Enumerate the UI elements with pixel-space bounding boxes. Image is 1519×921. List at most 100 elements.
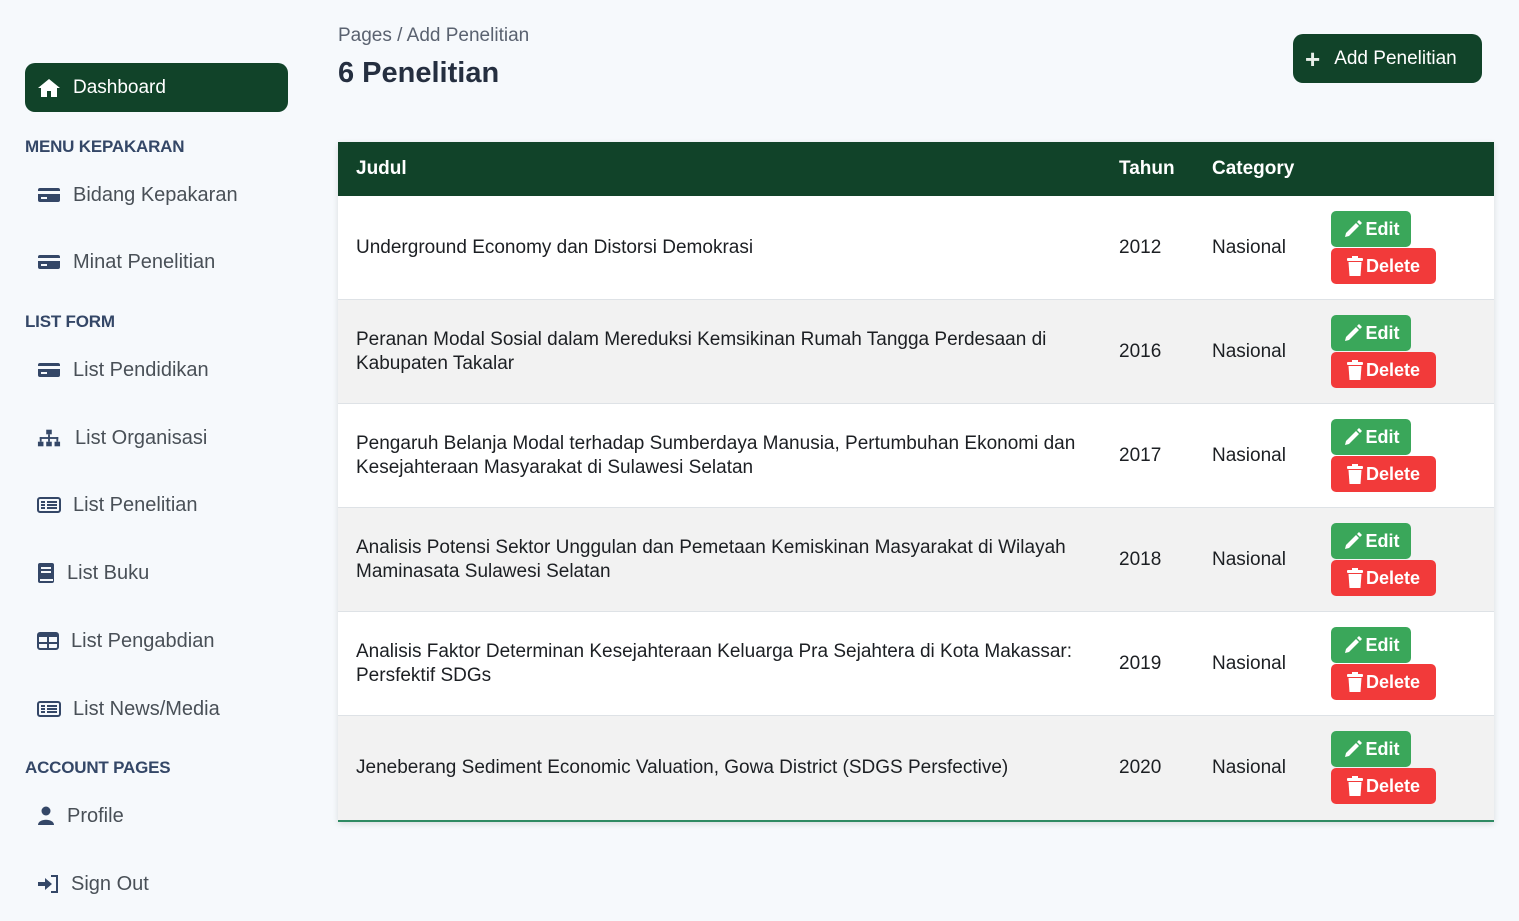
delete-button[interactable]: Delete [1331, 456, 1436, 492]
cell-category: Nasional [1212, 757, 1286, 778]
delete-button[interactable]: Delete [1331, 248, 1436, 284]
pencil-icon [1343, 740, 1363, 758]
edit-label: Edit [1365, 738, 1400, 759]
table-body: Underground Economy dan Distorsi Demokra… [338, 196, 1494, 820]
breadcrumb: Pages / Add Penelitian [338, 25, 530, 46]
delete-button[interactable]: Delete [1331, 664, 1436, 700]
table-row: Underground Economy dan Distorsi Demokra… [338, 196, 1494, 300]
card-icon [37, 252, 61, 272]
sidebar-item-list-pengabdian[interactable]: List Pengabdian [37, 626, 214, 656]
sidebar-item-label: Bidang Kepakaran [73, 183, 238, 206]
edit-button[interactable]: Edit [1331, 419, 1411, 455]
cell-tahun: 2016 [1119, 340, 1162, 362]
cell-category: Nasional [1212, 236, 1286, 258]
list-icon [37, 495, 61, 515]
trash-icon [1346, 568, 1363, 588]
sidebar-item-label: List Pengabdian [71, 629, 215, 652]
list-icon [37, 699, 61, 719]
plus-icon: + [1305, 43, 1321, 74]
pencil-icon [1343, 532, 1363, 550]
sidebar-item-profile[interactable]: Profile [37, 801, 124, 831]
cell-tahun: 2019 [1119, 652, 1162, 674]
add-penelitian-button[interactable]: + Add Penelitian [1293, 34, 1482, 83]
sidebar-item-bidang-kepakaran[interactable]: Bidang Kepakaran [37, 180, 238, 210]
trash-icon [1346, 360, 1363, 380]
table-row: Pengaruh Belanja Modal terhadap Sumberda… [338, 404, 1494, 508]
sidebar-item-minat-penelitian[interactable]: Minat Penelitian [37, 247, 215, 277]
delete-label: Delete [1365, 255, 1421, 276]
delete-label: Delete [1365, 775, 1421, 796]
table-row: Peranan Modal Sosial dalam Mereduksi Kem… [338, 300, 1494, 404]
table-header: Judul Tahun Category [338, 142, 1494, 196]
sign-out-icon [37, 874, 59, 894]
add-button-label: Add Penelitian [1334, 47, 1457, 69]
sidebar-item-dashboard[interactable]: Dashboard [25, 63, 288, 112]
section-title-menu-kepakaran: MENU KEPAKARAN [25, 137, 185, 156]
sidebar-item-list-pendidikan[interactable]: List Pendidikan [37, 355, 209, 385]
delete-label: Delete [1365, 463, 1421, 484]
cell-category: Nasional [1212, 548, 1286, 570]
penelitian-table: Judul Tahun Category Underground Economy… [338, 142, 1494, 822]
sidebar-item-label: List News/Media [73, 697, 220, 720]
sidebar-item-sign-out[interactable]: Sign Out [37, 869, 149, 899]
table-row: Jeneberang Sediment Economic Valuation, … [338, 716, 1494, 820]
edit-button[interactable]: Edit [1331, 627, 1411, 663]
table-row: Analisis Faktor Determinan Kesejahteraan… [338, 612, 1494, 716]
table-row: Analisis Potensi Sektor Unggulan dan Pem… [338, 508, 1494, 612]
sidebar-item-list-news-media[interactable]: List News/Media [37, 694, 220, 724]
cell-tahun: 2018 [1119, 548, 1162, 570]
edit-label: Edit [1365, 322, 1400, 343]
cell-judul: Pengaruh Belanja Modal terhadap Sumberda… [356, 432, 1076, 478]
delete-button[interactable]: Delete [1331, 352, 1436, 388]
delete-button[interactable]: Delete [1331, 768, 1436, 804]
sidebar-item-label: Minat Penelitian [73, 250, 216, 273]
cell-category: Nasional [1212, 652, 1286, 674]
delete-button[interactable]: Delete [1331, 560, 1436, 596]
pencil-icon [1343, 220, 1363, 238]
trash-icon [1346, 776, 1363, 796]
cell-category: Nasional [1212, 340, 1286, 362]
sidebar-item-list-buku[interactable]: List Buku [37, 558, 149, 588]
edit-button[interactable]: Edit [1331, 315, 1411, 351]
column-header-category: Category [1212, 158, 1295, 179]
sidebar-item-label: Profile [67, 804, 124, 827]
pencil-icon [1343, 324, 1363, 342]
edit-label: Edit [1365, 634, 1400, 655]
sidebar-item-label: List Organisasi [75, 426, 208, 449]
sidebar-item-label: Sign Out [71, 872, 149, 895]
sidebar-item-label: Dashboard [73, 76, 166, 98]
cell-judul: Jeneberang Sediment Economic Valuation, … [356, 757, 1009, 778]
column-header-judul: Judul [356, 158, 407, 179]
user-icon [37, 806, 55, 826]
card-icon [37, 360, 61, 380]
book-icon [37, 563, 55, 583]
home-icon [37, 77, 61, 99]
sidebar-item-list-organisasi[interactable]: List Organisasi [37, 423, 207, 453]
trash-icon [1346, 464, 1363, 484]
sitemap-icon [37, 428, 61, 448]
edit-button[interactable]: Edit [1331, 731, 1411, 767]
section-title-account-pages: ACCOUNT PAGES [25, 758, 171, 777]
delete-label: Delete [1365, 567, 1421, 588]
delete-label: Delete [1365, 359, 1421, 380]
sidebar-item-label: List Penelitian [73, 493, 198, 516]
trash-icon [1346, 672, 1363, 692]
cell-judul: Analisis Potensi Sektor Unggulan dan Pem… [356, 536, 1066, 582]
cell-tahun: 2012 [1119, 236, 1162, 258]
edit-button[interactable]: Edit [1331, 211, 1411, 247]
edit-label: Edit [1365, 530, 1400, 551]
cell-category: Nasional [1212, 444, 1286, 466]
sidebar-item-label: List Pendidikan [73, 358, 209, 381]
cell-tahun: 2020 [1119, 757, 1162, 778]
cell-judul: Analisis Faktor Determinan Kesejahteraan… [356, 640, 1073, 686]
cell-judul: Peranan Modal Sosial dalam Mereduksi Kem… [356, 328, 1047, 374]
sidebar: Dashboard MENU KEPAKARAN Bidang Kepakara… [0, 0, 310, 921]
pencil-icon [1343, 428, 1363, 446]
edit-label: Edit [1365, 426, 1400, 447]
delete-label: Delete [1365, 671, 1421, 692]
sidebar-item-list-penelitian[interactable]: List Penelitian [37, 490, 198, 520]
edit-button[interactable]: Edit [1331, 523, 1411, 559]
sidebar-item-label: List Buku [67, 561, 150, 584]
cell-tahun: 2017 [1119, 444, 1162, 466]
page-title: 6 Penelitian [338, 57, 500, 89]
